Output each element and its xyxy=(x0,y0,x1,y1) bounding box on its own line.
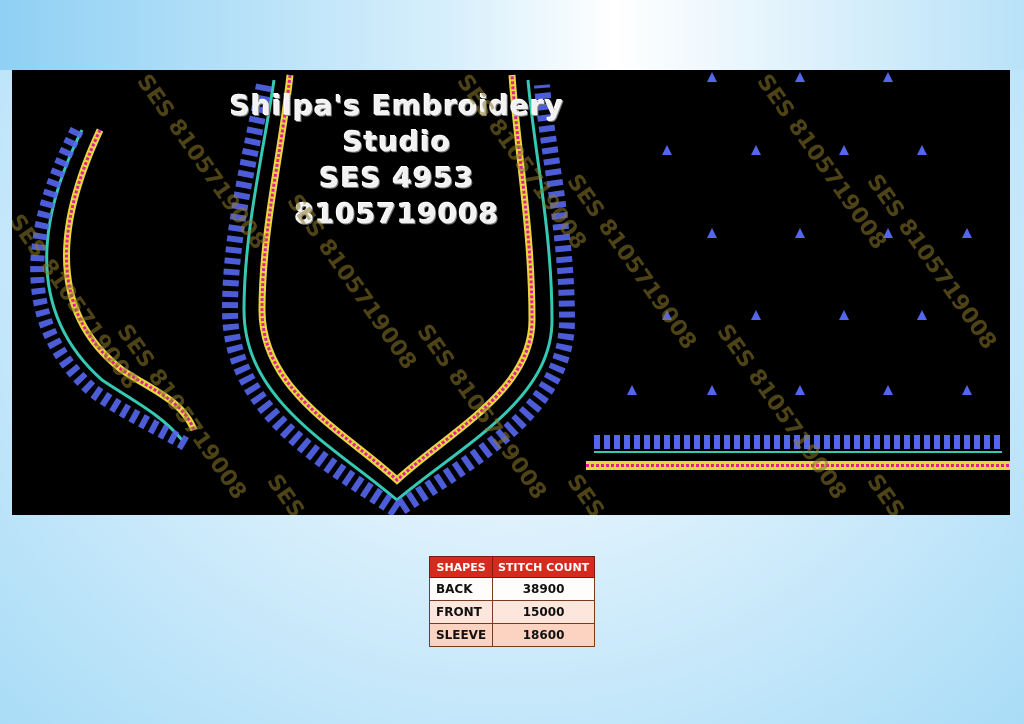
table-row: SLEEVE 18600 xyxy=(428,623,595,647)
header-shapes: SHAPES xyxy=(428,556,494,578)
shape-cell: SLEEVE xyxy=(428,623,494,647)
top-gradient-band xyxy=(0,0,1024,70)
count-cell: 15000 xyxy=(492,600,595,624)
shape-cell: FRONT xyxy=(428,600,494,624)
studio-name: Shilpa's Embroidery Studio xyxy=(229,89,565,158)
embroidery-design-panel: Shilpa's Embroidery Studio SES 4953 8105… xyxy=(12,70,1010,515)
shape-cell: BACK xyxy=(428,577,494,601)
table-row: BACK 38900 xyxy=(428,577,595,601)
count-cell: 38900 xyxy=(492,577,595,601)
header-stitch-count: STITCH COUNT xyxy=(492,556,595,578)
table-row: FRONT 15000 xyxy=(428,600,595,624)
table-header-row: SHAPES STITCH COUNT xyxy=(428,556,595,578)
stitch-count-table: SHAPES STITCH COUNT BACK 38900 FRONT 150… xyxy=(428,556,595,647)
count-cell: 18600 xyxy=(492,623,595,647)
